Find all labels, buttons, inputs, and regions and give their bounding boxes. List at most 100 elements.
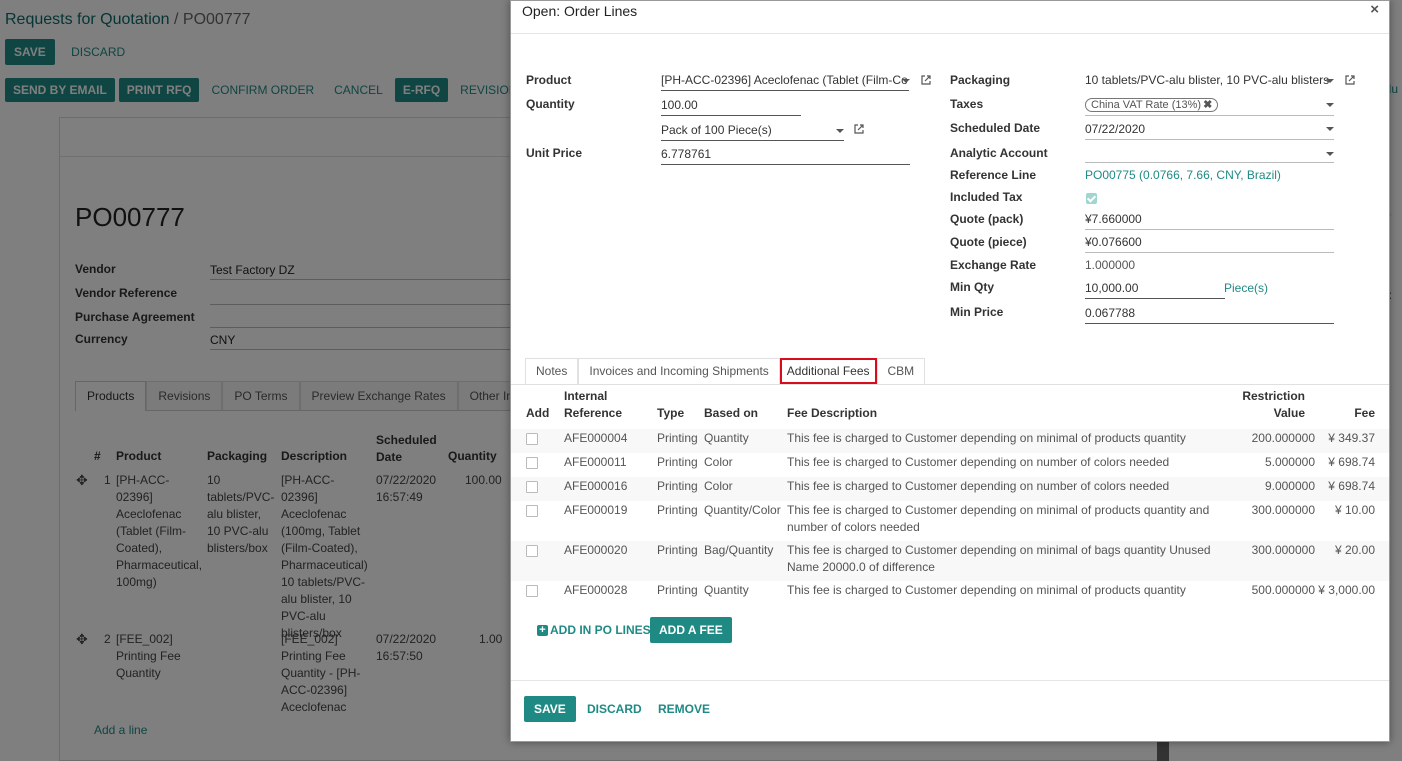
fee-reference: AFE000016 (564, 479, 628, 493)
product-field[interactable]: [PH-ACC-02396] Aceclofenac (Tablet (Film… (661, 73, 909, 91)
fee-type: Printing (657, 543, 698, 557)
fee-based-on: Color (704, 479, 733, 493)
discard-button[interactable]: DISCARD (578, 696, 651, 722)
unit-price-field[interactable]: 6.778761 (661, 147, 910, 165)
included-tax-label: Included Tax (950, 190, 1023, 204)
tab-notes[interactable]: Notes (525, 358, 579, 384)
fee-restriction: 500.000000 (1251, 583, 1315, 597)
chevron-down-icon[interactable] (902, 79, 910, 83)
remove-tag-icon[interactable]: ✖ (1203, 99, 1212, 111)
fee-description: This fee is charged to Customer dependin… (787, 431, 1186, 445)
scheduled-date-field[interactable]: 07/22/2020 (1085, 122, 1334, 140)
quote-pack-label: Quote (pack) (950, 212, 1024, 226)
fee-amount: ¥ 20.00 (1334, 543, 1375, 557)
remove-button[interactable]: REMOVE (649, 696, 719, 722)
min-price-label: Min Price (950, 305, 1004, 319)
min-price-field[interactable]: 0.067788 (1085, 306, 1334, 324)
add-fee-checkbox[interactable] (526, 505, 538, 517)
fee-reference: AFE000004 (564, 431, 628, 445)
fee-amount: ¥ 10.00 (1334, 503, 1375, 517)
column-header-internal-reference[interactable]: Internal Reference (564, 388, 634, 422)
add-fee-checkbox[interactable] (526, 457, 538, 469)
order-line-dialog: Open: Order Lines × Product [PH-ACC-0239… (510, 0, 1390, 742)
column-header-fee-description[interactable]: Fee Description (787, 405, 877, 422)
fee-amount: ¥ 349.37 (1328, 431, 1375, 445)
table-row[interactable]: AFE000019 Printing Quantity/Color This f… (511, 501, 1389, 541)
column-header-restriction-value[interactable]: Restriction Value (1235, 388, 1305, 422)
tab-additional-fees[interactable]: Additional Fees (779, 358, 877, 384)
fee-description: This fee is charged to Customer dependin… (787, 503, 1210, 534)
chevron-down-icon[interactable] (1326, 103, 1334, 107)
add-a-fee-button[interactable]: ADD A FEE (650, 617, 732, 643)
add-in-po-lines-button[interactable]: + ADD IN PO LINES (529, 617, 659, 643)
quantity-field[interactable]: 100.00 (661, 98, 801, 116)
dialog-tabs: Notes Invoices and Incoming Shipments Ad… (525, 358, 926, 384)
fee-restriction: 9.000000 (1264, 479, 1315, 493)
scheduled-date-label: Scheduled Date (950, 121, 1041, 135)
chevron-down-icon[interactable] (1326, 152, 1334, 156)
chevron-down-icon[interactable] (1326, 79, 1334, 83)
chevron-down-icon[interactable] (836, 129, 844, 133)
fee-restriction: 200.000000 (1251, 431, 1315, 445)
quantity-label: Quantity (526, 97, 575, 111)
reference-line-link[interactable]: PO00775 (0.0766, 7.66, CNY, Brazil) (1085, 168, 1281, 182)
fee-description: This fee is charged to Customer dependin… (787, 455, 1170, 469)
fee-based-on: Quantity (704, 583, 749, 597)
quote-piece-label: Quote (piece) (950, 235, 1027, 249)
product-label: Product (526, 73, 572, 87)
close-icon[interactable]: × (1370, 1, 1379, 18)
external-link-icon[interactable] (920, 74, 932, 86)
fee-restriction: 300.000000 (1251, 543, 1315, 557)
tab-cbm[interactable]: CBM (876, 358, 926, 384)
analytic-account-label: Analytic Account (950, 146, 1048, 160)
column-header-fee[interactable]: Fee (1325, 405, 1375, 422)
plus-square-icon: + (537, 624, 548, 636)
table-row[interactable]: AFE000011 Printing Color This fee is cha… (511, 453, 1389, 477)
save-button[interactable]: SAVE (524, 696, 576, 722)
taxes-field[interactable]: China VAT Rate (13%) ✖ (1085, 97, 1334, 116)
table-row[interactable]: AFE000020 Printing Bag/Quantity This fee… (511, 541, 1389, 581)
external-link-icon[interactable] (1344, 74, 1356, 86)
add-fee-checkbox[interactable] (526, 481, 538, 493)
taxes-label: Taxes (950, 97, 984, 111)
reference-line-label: Reference Line (950, 168, 1037, 182)
column-header-type[interactable]: Type (657, 405, 684, 422)
min-qty-field[interactable]: 10,000.00 (1085, 281, 1225, 299)
fee-reference: AFE000028 (564, 583, 628, 597)
chevron-down-icon[interactable] (1326, 127, 1334, 131)
scrollbar[interactable] (1157, 740, 1169, 761)
dialog-header: Open: Order Lines × (511, 1, 1389, 34)
add-fee-checkbox[interactable] (526, 433, 538, 445)
column-header-add: Add (526, 406, 550, 420)
tab-invoices-and-shipments[interactable]: Invoices and Incoming Shipments (578, 358, 780, 384)
external-link-icon[interactable] (853, 123, 865, 135)
exchange-rate-value: 1.000000 (1085, 258, 1136, 272)
fee-type: Printing (657, 479, 698, 493)
fee-based-on: Quantity (704, 431, 749, 445)
add-fee-checkbox[interactable] (526, 545, 538, 557)
fee-description: This fee is charged to Customer dependin… (787, 583, 1186, 597)
unit-price-label: Unit Price (526, 146, 583, 160)
table-row[interactable]: AFE000016 Printing Color This fee is cha… (511, 477, 1389, 501)
add-fee-checkbox[interactable] (526, 585, 538, 597)
fee-restriction: 5.000000 (1264, 455, 1315, 469)
packaging-label: Packaging (950, 73, 1011, 87)
fee-reference: AFE000019 (564, 503, 628, 517)
table-row[interactable]: AFE000028 Printing Quantity This fee is … (511, 581, 1389, 605)
dialog-footer (511, 680, 1389, 681)
exchange-rate-label: Exchange Rate (950, 258, 1037, 272)
fee-amount: ¥ 698.74 (1328, 479, 1375, 493)
fee-type: Printing (657, 431, 698, 445)
tabs-divider (511, 384, 1389, 385)
min-qty-unit-link[interactable]: Piece(s) (1224, 281, 1268, 295)
packaging-field[interactable]: 10 tablets/PVC-alu blister, 10 PVC-alu b… (1085, 73, 1334, 90)
quote-piece-field[interactable]: ¥0.076600 (1085, 235, 1334, 253)
unit-of-measure-field[interactable]: Pack of 100 Piece(s) (661, 123, 844, 141)
column-header-based-on[interactable]: Based on (704, 405, 758, 422)
quote-pack-field[interactable]: ¥7.660000 (1085, 212, 1334, 230)
fee-based-on: Color (704, 455, 733, 469)
analytic-account-field[interactable] (1085, 146, 1334, 163)
tax-tag-label: China VAT Rate (13%) (1091, 99, 1202, 111)
table-row[interactable]: AFE000004 Printing Quantity This fee is … (511, 429, 1389, 453)
included-tax-checkbox[interactable] (1086, 193, 1097, 204)
